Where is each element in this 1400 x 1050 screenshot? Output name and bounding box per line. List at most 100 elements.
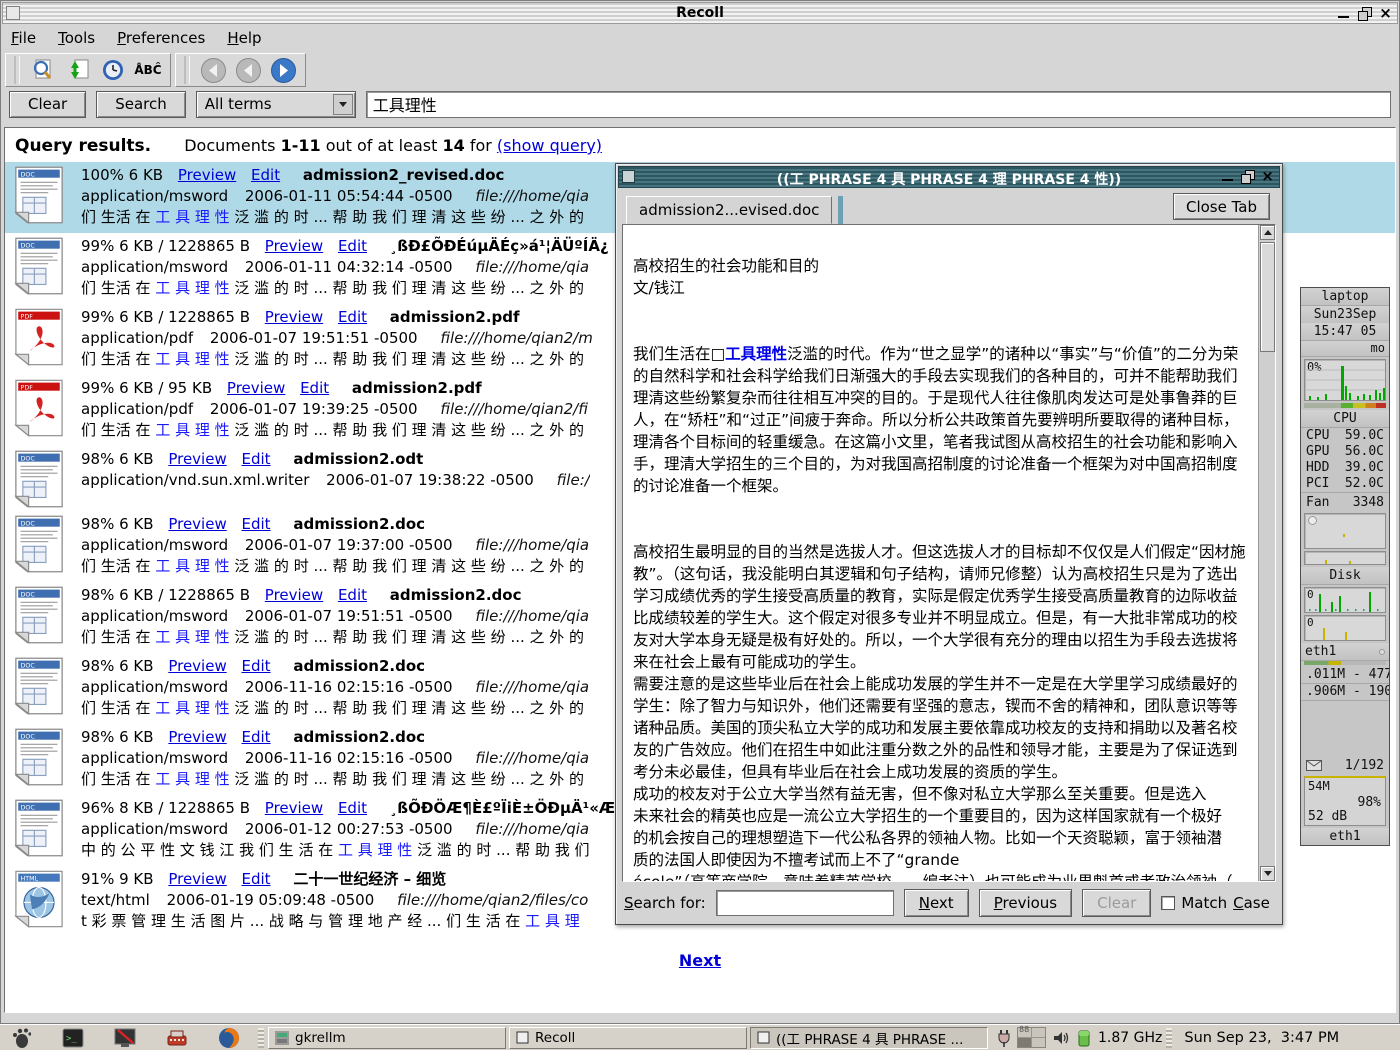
preview-link[interactable]: Preview bbox=[168, 450, 226, 468]
find-previous-button[interactable]: Previous bbox=[979, 889, 1072, 917]
find-next-button[interactable]: Next bbox=[904, 889, 969, 917]
prev-page-icon[interactable] bbox=[232, 56, 264, 84]
preview-link[interactable]: Preview bbox=[265, 308, 323, 326]
preview-tab[interactable]: admission2...evised.doc bbox=[626, 196, 832, 224]
close-tab-button[interactable]: Close Tab bbox=[1173, 193, 1270, 220]
advanced-search-icon[interactable] bbox=[27, 56, 59, 84]
result-line-meta: application/msword 2006-11-16 02:15:16 -… bbox=[81, 677, 589, 698]
edit-link[interactable]: Edit bbox=[338, 586, 367, 604]
preview-link[interactable]: Preview bbox=[265, 586, 323, 604]
scroll-down-icon[interactable] bbox=[1260, 866, 1275, 881]
recoll-titlebar[interactable]: Recoll × bbox=[2, 2, 1398, 24]
preview-document-text[interactable]: 高校招生的社会功能和目的 文/钱江 我们生活在□工具理性泛滥的时代。作为“世之显… bbox=[623, 225, 1257, 881]
preview-scrollbar[interactable] bbox=[1258, 225, 1275, 881]
history-clock-icon[interactable] bbox=[97, 56, 129, 84]
preview-link[interactable]: Preview bbox=[178, 166, 236, 184]
preview-link[interactable]: Preview bbox=[227, 379, 285, 397]
minimize-icon[interactable] bbox=[1336, 6, 1351, 21]
result-line-main: 98% 6 KB Preview Edit admission2.odt bbox=[81, 449, 590, 470]
typewriter-icon[interactable] bbox=[166, 1027, 188, 1049]
power-plug-icon[interactable] bbox=[997, 1028, 1011, 1048]
search-input[interactable] bbox=[366, 91, 1391, 118]
close-icon[interactable]: × bbox=[1378, 6, 1393, 21]
match-case-option[interactable]: Match Case bbox=[1161, 894, 1270, 912]
edit-link[interactable]: Edit bbox=[338, 799, 367, 817]
search-mode-select[interactable]: All terms bbox=[196, 91, 356, 118]
find-clear-button[interactable]: Clear bbox=[1082, 889, 1151, 917]
temp-value: 59.0C bbox=[1345, 428, 1384, 444]
fan-chart[interactable] bbox=[1304, 513, 1386, 549]
first-page-icon[interactable] bbox=[197, 56, 229, 84]
edit-link[interactable]: Edit bbox=[251, 166, 280, 184]
firefox-icon[interactable] bbox=[218, 1027, 240, 1049]
edit-link[interactable]: Edit bbox=[242, 657, 271, 675]
preview-maximize-icon[interactable] bbox=[1240, 169, 1255, 184]
preview-link[interactable]: Preview bbox=[168, 657, 226, 675]
preview-search-input[interactable] bbox=[716, 890, 894, 916]
filetype-icon: DOC PDF HTML bbox=[13, 656, 65, 716]
clear-button[interactable]: Clear bbox=[9, 91, 86, 118]
menu-file[interactable]: File bbox=[11, 29, 36, 49]
edit-link[interactable]: Edit bbox=[300, 379, 329, 397]
edit-link[interactable]: Edit bbox=[242, 515, 271, 533]
result-score-size: 98% 6 KB bbox=[81, 450, 154, 468]
edit-link[interactable]: Edit bbox=[242, 728, 271, 746]
volume-icon[interactable] bbox=[1052, 1030, 1070, 1046]
taskbar-handle[interactable] bbox=[258, 1028, 264, 1048]
maximize-icon[interactable] bbox=[1357, 6, 1372, 21]
result-datetime: 2006-11-16 02:15:16 -0500 bbox=[245, 678, 453, 696]
term-explorer-icon[interactable]: ÅBĈ bbox=[132, 56, 164, 84]
task-button-preview[interactable]: ((工 PHRASE 4 具 PHRASE ... bbox=[750, 1027, 988, 1049]
preview-link[interactable]: Preview bbox=[265, 237, 323, 255]
task-button-gkrellm[interactable]: gkrellm bbox=[268, 1027, 506, 1049]
snippet-highlight: 工 具 理 性 bbox=[155, 770, 229, 788]
search-button[interactable]: Search bbox=[96, 91, 186, 118]
preview-minimize-icon[interactable] bbox=[1220, 169, 1235, 184]
tab-accent bbox=[838, 196, 843, 224]
gkrellm-time: 15:47 05 bbox=[1301, 323, 1389, 341]
result-score-size: 99% 6 KB / 1228865 B bbox=[81, 308, 250, 326]
display-kill-icon[interactable] bbox=[114, 1027, 136, 1049]
scrollbar-thumb[interactable] bbox=[1260, 242, 1275, 352]
temp-label: HDD bbox=[1306, 460, 1329, 476]
clock-handle[interactable] bbox=[1166, 1028, 1172, 1048]
show-query-link[interactable]: (show query) bbox=[497, 136, 602, 155]
next-results-link[interactable]: Next bbox=[5, 951, 1395, 970]
result-path: file:///home/qia bbox=[475, 820, 589, 838]
preview-link[interactable]: Preview bbox=[168, 515, 226, 533]
fan-value: 3348 bbox=[1353, 495, 1384, 511]
sort-icon[interactable] bbox=[62, 56, 94, 84]
workspace-pager[interactable] bbox=[1017, 1027, 1046, 1048]
disk-chart-1[interactable]: 0 bbox=[1304, 587, 1386, 613]
match-case-checkbox[interactable] bbox=[1161, 896, 1175, 910]
preview-link[interactable]: Preview bbox=[168, 870, 226, 888]
gnome-menu-icon[interactable] bbox=[10, 1027, 32, 1049]
filetype-icon: DOC PDF HTML bbox=[13, 727, 65, 787]
mail-monitor[interactable]: 1/192 bbox=[1301, 757, 1389, 774]
edit-link[interactable]: Edit bbox=[242, 870, 271, 888]
gkrellm-panel[interactable]: laptop Sun23Sep 15:47 05 mo 0% CPU CPU59… bbox=[1300, 287, 1390, 846]
terminal-icon[interactable]: >_ bbox=[62, 1027, 84, 1049]
cpu-battery-icon[interactable] bbox=[1076, 1029, 1092, 1047]
preview-link[interactable]: Preview bbox=[265, 799, 323, 817]
edit-link[interactable]: Edit bbox=[338, 308, 367, 326]
scroll-up-icon[interactable] bbox=[1260, 225, 1275, 240]
net-activity-strip bbox=[1304, 661, 1386, 665]
menu-help[interactable]: Help bbox=[227, 29, 261, 49]
edit-link[interactable]: Edit bbox=[338, 237, 367, 255]
result-path: file:///home/qia bbox=[475, 187, 589, 205]
preview-titlebar[interactable]: ((工 PHRASE 4 具 PHRASE 4 理 PHRASE 4 性)) × bbox=[618, 166, 1280, 188]
cpu-chart[interactable]: 0% bbox=[1304, 359, 1386, 401]
preview-close-icon[interactable]: × bbox=[1260, 169, 1275, 184]
result-path: file:///home/qian2/m bbox=[440, 329, 592, 347]
task-button-recoll[interactable]: Recoll bbox=[509, 1027, 747, 1049]
disk-chart-2[interactable]: 0 bbox=[1304, 615, 1386, 641]
edit-link[interactable]: Edit bbox=[242, 450, 271, 468]
meter-combo[interactable]: 54M 98% 52 dB bbox=[1304, 776, 1386, 826]
fan-knob[interactable] bbox=[1308, 516, 1317, 525]
menu-preferences[interactable]: Preferences bbox=[117, 29, 205, 49]
menu-tools[interactable]: Tools bbox=[58, 29, 95, 49]
next-page-icon[interactable] bbox=[267, 56, 299, 84]
chevron-down-icon[interactable] bbox=[333, 94, 353, 115]
preview-link[interactable]: Preview bbox=[168, 728, 226, 746]
